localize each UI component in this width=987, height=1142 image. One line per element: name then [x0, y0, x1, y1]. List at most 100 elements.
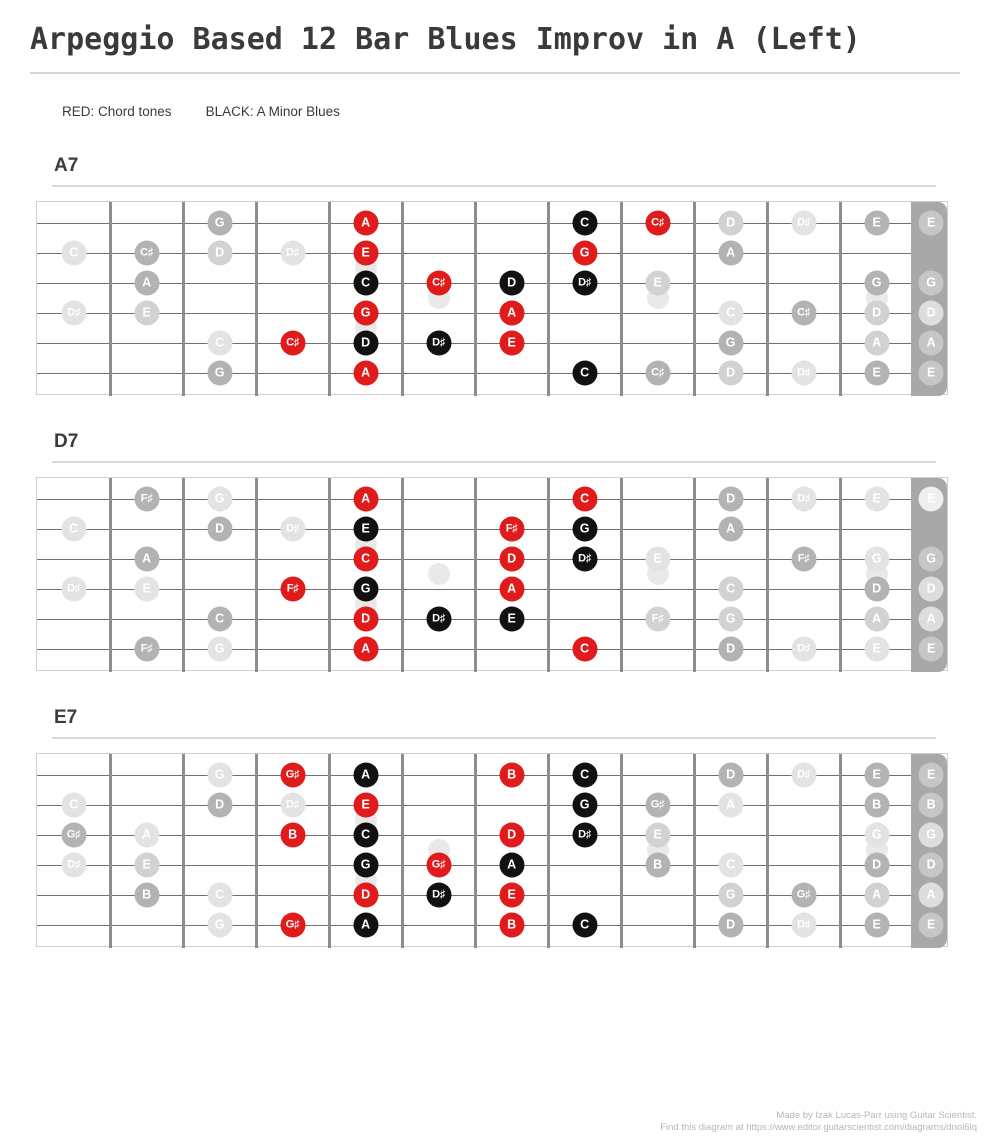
open-string-marker[interactable]: A	[918, 330, 944, 356]
note-marker[interactable]: D	[353, 330, 378, 356]
note-marker[interactable]: E	[864, 360, 889, 386]
note-marker[interactable]: D	[353, 606, 378, 632]
note-marker[interactable]: G♯	[426, 852, 451, 878]
note-marker[interactable]: A	[499, 300, 524, 326]
note-marker[interactable]: E	[645, 546, 670, 572]
note-marker[interactable]: G♯	[645, 792, 670, 818]
note-marker[interactable]: D♯	[280, 792, 305, 818]
note-marker[interactable]: A	[353, 486, 378, 512]
open-string-marker[interactable]: G	[918, 822, 944, 848]
note-marker[interactable]: C♯	[645, 360, 670, 386]
note-marker[interactable]: C	[572, 636, 597, 662]
note-marker[interactable]: G	[207, 210, 232, 236]
note-marker[interactable]: E	[864, 636, 889, 662]
note-marker[interactable]: E	[864, 762, 889, 788]
note-marker[interactable]: C	[572, 486, 597, 512]
note-marker[interactable]: A	[353, 636, 378, 662]
note-marker[interactable]: A	[134, 822, 159, 848]
note-marker[interactable]: D	[864, 852, 889, 878]
note-marker[interactable]: C	[718, 852, 743, 878]
note-marker[interactable]: D♯	[572, 546, 597, 572]
note-marker[interactable]: G	[864, 270, 889, 296]
footer-link[interactable]: Find this diagram at https://www.editor.…	[660, 1122, 977, 1134]
note-marker[interactable]: E	[864, 912, 889, 938]
note-marker[interactable]: E	[499, 606, 524, 632]
note-marker[interactable]: A	[718, 792, 743, 818]
note-marker[interactable]: D	[207, 516, 232, 542]
note-marker[interactable]: G♯	[280, 912, 305, 938]
note-marker[interactable]: C	[61, 240, 86, 266]
note-marker[interactable]: D	[718, 210, 743, 236]
note-marker[interactable]: A	[499, 576, 524, 602]
note-marker[interactable]: D♯	[426, 606, 451, 632]
note-marker[interactable]: F♯	[134, 636, 159, 662]
note-marker[interactable]: D♯	[280, 240, 305, 266]
note-marker[interactable]: C	[61, 516, 86, 542]
note-marker[interactable]: C	[353, 822, 378, 848]
note-marker[interactable]: G	[718, 330, 743, 356]
note-marker[interactable]: A	[499, 852, 524, 878]
note-marker[interactable]: A	[718, 516, 743, 542]
note-marker[interactable]: D♯	[791, 762, 816, 788]
open-string-marker[interactable]: A	[918, 882, 944, 908]
note-marker[interactable]: D♯	[280, 516, 305, 542]
note-marker[interactable]: F♯	[791, 546, 816, 572]
note-marker[interactable]: D	[499, 822, 524, 848]
note-marker[interactable]: A	[353, 762, 378, 788]
note-marker[interactable]: D	[207, 240, 232, 266]
note-marker[interactable]: C♯	[426, 270, 451, 296]
note-marker[interactable]: D♯	[791, 486, 816, 512]
note-marker[interactable]: G	[207, 762, 232, 788]
note-marker[interactable]: F♯	[499, 516, 524, 542]
note-marker[interactable]: G	[353, 300, 378, 326]
note-marker[interactable]: D	[207, 792, 232, 818]
note-marker[interactable]: C	[353, 270, 378, 296]
note-marker[interactable]: G♯	[791, 882, 816, 908]
note-marker[interactable]: G	[572, 516, 597, 542]
open-string-marker[interactable]: E	[918, 210, 944, 236]
note-marker[interactable]: G	[864, 546, 889, 572]
note-marker[interactable]: C♯	[280, 330, 305, 356]
note-marker[interactable]: G	[864, 822, 889, 848]
note-marker[interactable]: C	[572, 360, 597, 386]
open-string-marker[interactable]: A	[918, 606, 944, 632]
note-marker[interactable]: E	[499, 330, 524, 356]
note-marker[interactable]: D♯	[791, 210, 816, 236]
note-marker[interactable]: D♯	[572, 270, 597, 296]
note-marker[interactable]: C♯	[791, 300, 816, 326]
note-marker[interactable]: C	[718, 300, 743, 326]
note-marker[interactable]: G	[353, 576, 378, 602]
note-marker[interactable]: G	[207, 912, 232, 938]
note-marker[interactable]: D	[353, 882, 378, 908]
open-string-marker[interactable]: E	[918, 360, 944, 386]
note-marker[interactable]: G	[718, 606, 743, 632]
note-marker[interactable]: C	[61, 792, 86, 818]
note-marker[interactable]: E	[353, 792, 378, 818]
open-string-marker[interactable]: D	[918, 576, 944, 602]
note-marker[interactable]: E	[353, 240, 378, 266]
note-marker[interactable]: D	[499, 546, 524, 572]
note-marker[interactable]: C	[353, 546, 378, 572]
note-marker[interactable]: D	[499, 270, 524, 296]
note-marker[interactable]: C	[718, 576, 743, 602]
note-marker[interactable]: C	[207, 606, 232, 632]
note-marker[interactable]: E	[645, 270, 670, 296]
note-marker[interactable]: D	[718, 360, 743, 386]
note-marker[interactable]: D	[864, 300, 889, 326]
note-marker[interactable]: D	[718, 762, 743, 788]
note-marker[interactable]: C	[572, 210, 597, 236]
open-string-marker[interactable]: D	[918, 300, 944, 326]
note-marker[interactable]: G♯	[280, 762, 305, 788]
note-marker[interactable]: B	[280, 822, 305, 848]
note-marker[interactable]: B	[134, 882, 159, 908]
open-string-marker[interactable]: E	[918, 636, 944, 662]
note-marker[interactable]: E	[864, 210, 889, 236]
note-marker[interactable]: G	[572, 240, 597, 266]
open-string-marker[interactable]: G	[918, 546, 944, 572]
open-string-marker[interactable]: E	[918, 762, 944, 788]
note-marker[interactable]: A	[134, 270, 159, 296]
note-marker[interactable]: D♯	[61, 576, 86, 602]
note-marker[interactable]: D	[718, 912, 743, 938]
note-marker[interactable]: E	[499, 882, 524, 908]
note-marker[interactable]: C	[572, 912, 597, 938]
